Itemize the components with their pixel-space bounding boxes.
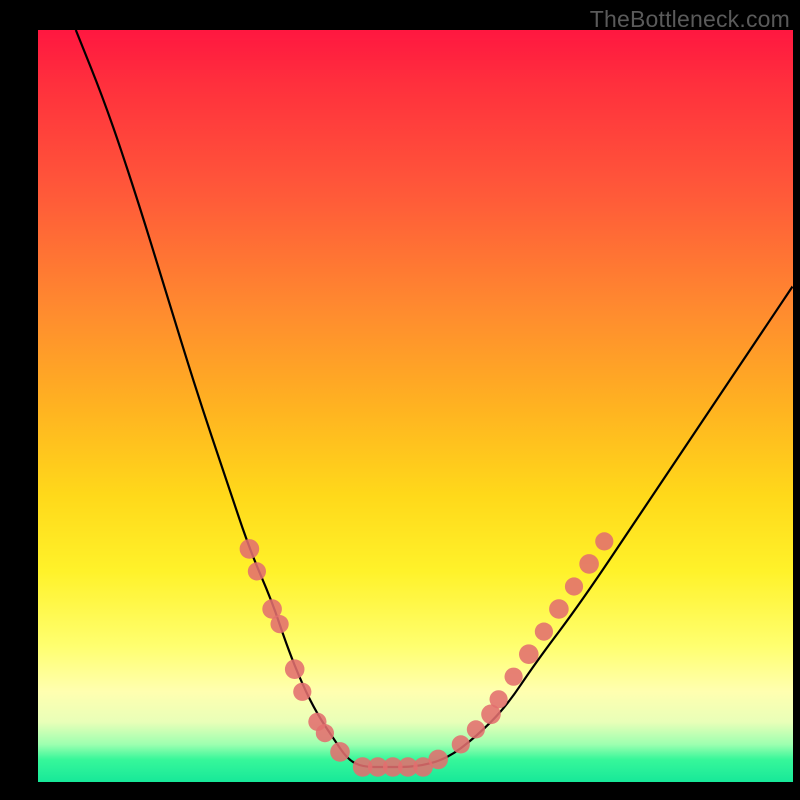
curve-marker [316,724,334,742]
curve-marker [467,720,485,738]
curve-marker [505,668,523,686]
plot-area [38,30,793,782]
chart-svg [38,30,793,782]
curve-marker [428,750,448,770]
curve-marker [549,599,569,619]
curve-marker [579,554,599,574]
curve-marker [490,690,508,708]
curve-marker [595,532,613,550]
curve-marker [240,539,260,559]
bottleneck-curve [76,30,793,767]
curve-marker [452,735,470,753]
curve-marker [293,683,311,701]
curve-marker [271,615,289,633]
chart-frame: TheBottleneck.com [0,0,800,800]
watermark-text: TheBottleneck.com [590,6,790,33]
curve-marker [565,577,583,595]
curve-marker [285,659,305,679]
curve-marker [519,644,539,664]
curve-marker [248,562,266,580]
curve-marker [330,742,350,762]
curve-marker [535,623,553,641]
